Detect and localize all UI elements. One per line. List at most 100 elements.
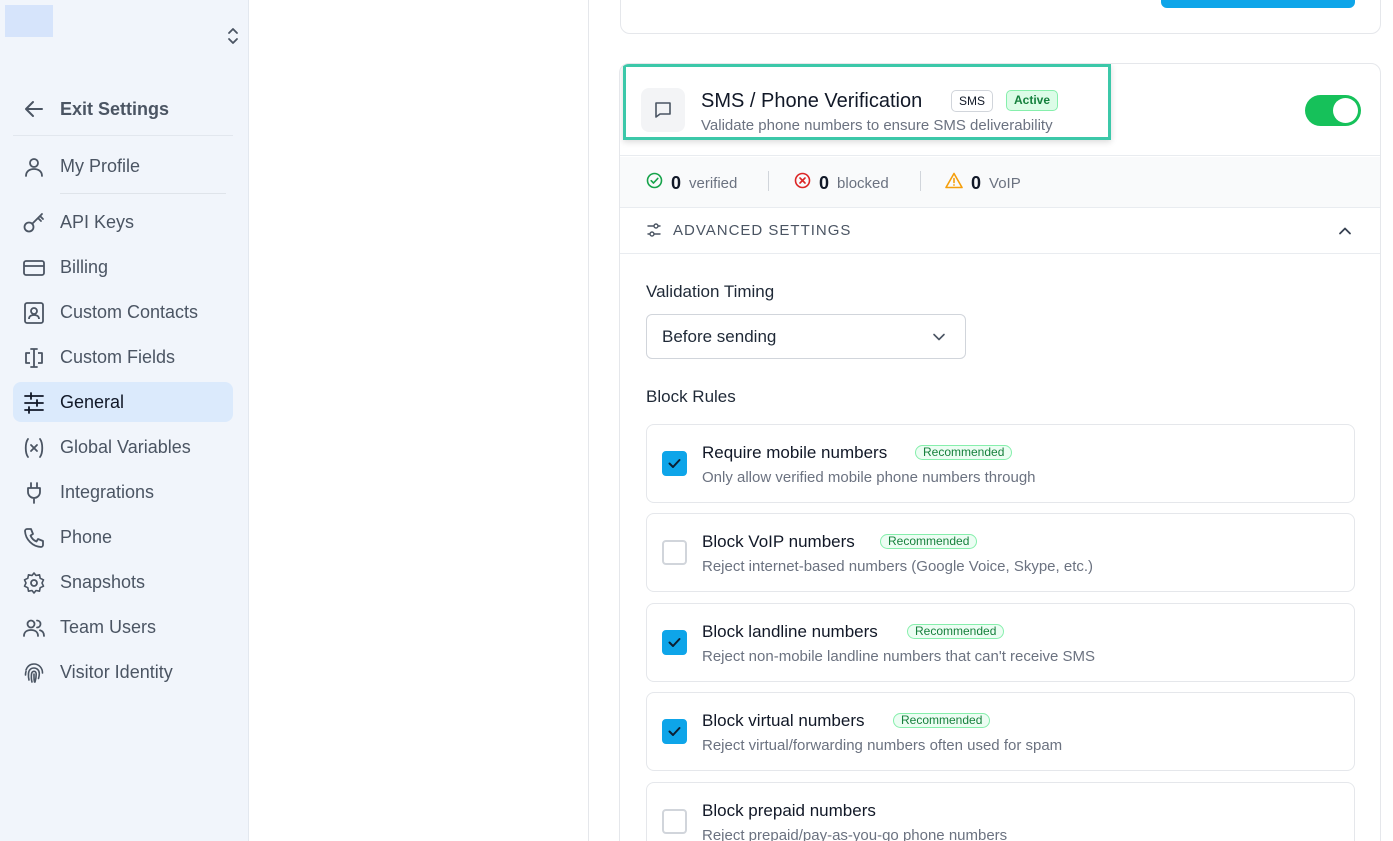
rule-description: Reject non-mobile landline numbers that …	[702, 648, 1096, 665]
sidebar-item-custom-contacts[interactable]: Custom Contacts	[13, 292, 233, 332]
recommended-badge: Recommended	[907, 624, 1005, 639]
chevron-down-icon	[931, 329, 947, 350]
rule-block-virtual[interactable]: Block virtual numbers Recommended Reject…	[646, 692, 1355, 771]
account-switcher-chevron-icon[interactable]	[224, 26, 242, 46]
sidebar-item-billing[interactable]: Billing	[13, 247, 233, 287]
warning-triangle-icon	[945, 172, 963, 194]
sidebar-item-snapshots[interactable]: Snapshots	[13, 562, 233, 602]
recommended-badge: Recommended	[880, 534, 978, 549]
rule-checkbox[interactable]	[662, 719, 687, 744]
sidebar-divider	[60, 193, 226, 194]
settings-sliders-icon	[646, 222, 662, 243]
sidebar-item-label: My Profile	[60, 156, 141, 176]
rule-name: Block VoIP numbers	[702, 532, 855, 551]
rule-require-mobile[interactable]: Require mobile numbers Recommended Only …	[646, 424, 1355, 503]
sidebar-item-label: Snapshots	[60, 572, 146, 592]
validation-timing-label: Validation Timing	[646, 282, 775, 301]
stat-verified: 0 verified	[646, 172, 737, 194]
rule-block-prepaid[interactable]: Block prepaid numbers Reject prepaid/pay…	[646, 782, 1355, 841]
exit-settings-button[interactable]: Exit Settings	[13, 86, 233, 136]
credit-card-icon	[22, 256, 46, 280]
plug-icon	[22, 481, 46, 505]
rule-description: Only allow verified mobile phone numbers…	[702, 469, 1036, 486]
key-icon	[22, 211, 46, 235]
stat-label: VoIP	[989, 174, 1021, 192]
stat-label: verified	[689, 174, 738, 192]
variable-icon	[22, 436, 46, 460]
chevron-up-icon	[1337, 223, 1353, 244]
validation-timing-select[interactable]: Before sending	[646, 314, 966, 359]
sidebar-item-label: API Keys	[60, 212, 135, 232]
previous-card	[620, 0, 1381, 34]
arrow-left-icon	[23, 98, 45, 120]
sidebar-item-label: Visitor Identity	[60, 662, 173, 682]
exit-settings-label: Exit Settings	[60, 99, 170, 119]
recommended-badge: Recommended	[893, 713, 991, 728]
x-circle-icon	[794, 172, 811, 194]
sliders-icon	[22, 391, 46, 415]
stats-bar: 0 verified 0 blocked 0 VoIP	[620, 157, 1380, 208]
settings-sidebar: Exit Settings My Profile API Keys Billin…	[0, 0, 249, 841]
sidebar-item-label: Custom Fields	[60, 347, 176, 367]
sidebar-item-my-profile[interactable]: My Profile	[13, 146, 233, 186]
rule-description: Reject prepaid/pay-as-you-go phone numbe…	[702, 827, 1008, 841]
sidebar-item-team-users[interactable]: Team Users	[13, 607, 233, 647]
rule-block-landline[interactable]: Block landline numbers Recommended Rejec…	[646, 603, 1355, 682]
sidebar-item-label: General	[60, 392, 125, 412]
sidebar-item-api-keys[interactable]: API Keys	[13, 202, 233, 242]
stat-value: 0	[971, 172, 982, 193]
stat-divider	[768, 171, 769, 191]
text-field-icon	[22, 346, 46, 370]
stat-divider	[920, 171, 921, 191]
rule-block-voip[interactable]: Block VoIP numbers Recommended Reject in…	[646, 513, 1355, 592]
company-logo	[5, 5, 53, 37]
rule-name: Block landline numbers	[702, 622, 878, 641]
recommended-badge: Recommended	[915, 445, 1013, 460]
highlight-box	[623, 64, 1111, 140]
enable-toggle[interactable]	[1305, 95, 1361, 126]
sidebar-item-label: Integrations	[60, 482, 155, 502]
content-divider	[588, 0, 589, 841]
stat-blocked: 0 blocked	[794, 172, 889, 194]
stat-value: 0	[819, 172, 830, 193]
rule-checkbox[interactable]	[662, 451, 687, 476]
stat-value: 0	[671, 172, 682, 193]
contact-icon	[22, 301, 46, 325]
previous-card-action-button[interactable]	[1161, 0, 1355, 8]
rule-name: Block virtual numbers	[702, 711, 865, 730]
card-header: SMS / Phone Verification SMS Active Vali…	[620, 64, 1380, 156]
advanced-settings-label: ADVANCED SETTINGS	[673, 222, 852, 239]
sidebar-item-integrations[interactable]: Integrations	[13, 472, 233, 512]
sidebar-item-phone[interactable]: Phone	[13, 517, 233, 557]
sidebar-item-label: Billing	[60, 257, 109, 277]
rule-checkbox[interactable]	[662, 630, 687, 655]
fingerprint-icon	[22, 661, 46, 685]
rule-description: Reject virtual/forwarding numbers often …	[702, 737, 1063, 754]
rule-checkbox[interactable]	[662, 809, 687, 834]
app-root: Exit Settings My Profile API Keys Billin…	[0, 0, 1393, 841]
select-value: Before sending	[662, 327, 777, 346]
block-rules-label: Block Rules	[646, 387, 736, 406]
sidebar-item-label: Team Users	[60, 617, 157, 637]
gear-icon	[22, 571, 46, 595]
advanced-settings-toggle[interactable]: ADVANCED SETTINGS	[620, 208, 1380, 254]
rule-description: Reject internet-based numbers (Google Vo…	[702, 558, 1094, 575]
sidebar-item-label: Custom Contacts	[60, 302, 199, 322]
sms-verification-card: SMS / Phone Verification SMS Active Vali…	[619, 63, 1381, 841]
sidebar-item-global-variables[interactable]: Global Variables	[13, 427, 233, 467]
stat-voip: 0 VoIP	[945, 172, 1021, 194]
sidebar-item-label: Phone	[60, 527, 113, 547]
stat-label: blocked	[837, 174, 889, 192]
check-circle-icon	[646, 172, 663, 194]
rule-name: Require mobile numbers	[702, 443, 888, 462]
sidebar-item-label: Global Variables	[60, 437, 191, 457]
users-icon	[22, 616, 46, 640]
phone-icon	[22, 526, 46, 550]
rule-name: Block prepaid numbers	[702, 801, 876, 820]
rule-checkbox[interactable]	[662, 540, 687, 565]
sidebar-item-general[interactable]: General	[13, 382, 233, 422]
toggle-knob	[1333, 98, 1358, 123]
user-icon	[22, 155, 46, 179]
sidebar-item-visitor-identity[interactable]: Visitor Identity	[13, 652, 233, 692]
sidebar-item-custom-fields[interactable]: Custom Fields	[13, 337, 233, 377]
